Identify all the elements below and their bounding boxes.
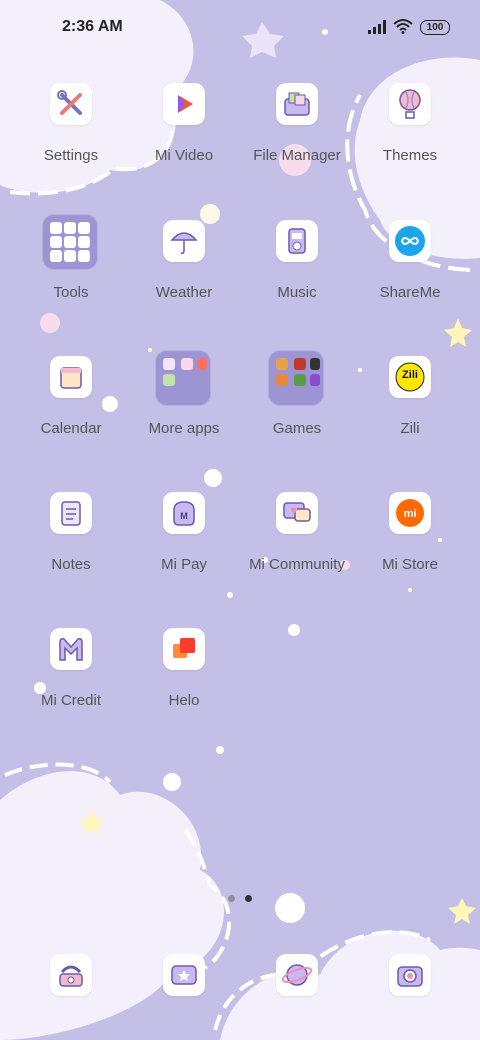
dock-messages[interactable]: [163, 954, 205, 996]
app-label: Mi Store: [382, 556, 438, 573]
app-shareme[interactable]: ShareMe: [355, 220, 465, 330]
app-themes[interactable]: Themes: [355, 83, 465, 193]
app-mi-store[interactable]: mi Mi Store: [355, 492, 465, 602]
app-file-manager[interactable]: File Manager: [242, 83, 352, 193]
app-label: Tools: [53, 284, 89, 301]
app-label: Games: [272, 420, 322, 437]
phone-icon: [59, 965, 83, 987]
app-label: Zili: [400, 420, 420, 437]
games-folder-icon: [268, 350, 324, 406]
folder-more-apps[interactable]: More apps: [129, 350, 239, 466]
messages-icon: [171, 965, 197, 985]
play-icon: [163, 83, 205, 125]
helo-icon: [163, 628, 205, 670]
app-label: Settings: [43, 147, 99, 164]
app-label: Weather: [155, 284, 213, 301]
app-label: Mi Community: [249, 556, 345, 573]
app-helo[interactable]: Helo: [129, 628, 239, 738]
browser-planet-icon: [281, 964, 313, 986]
clock: 2:36 AM: [62, 18, 123, 35]
settings-tools-icon: [50, 83, 92, 125]
folder-files-icon: [276, 83, 318, 125]
notes-icon: [50, 492, 92, 534]
app-mi-pay[interactable]: M Mi Pay: [129, 492, 239, 602]
zili-icon: Zili: [389, 356, 431, 398]
music-player-icon: [276, 220, 318, 262]
wifi-icon: [393, 19, 413, 34]
mi-logo-text: mi: [404, 508, 417, 520]
signal-icon: [368, 20, 386, 34]
app-calendar[interactable]: Calendar: [16, 356, 126, 466]
app-label: Themes: [382, 147, 438, 164]
app-label: ShareMe: [379, 284, 441, 301]
folder-tools[interactable]: Tools: [16, 214, 126, 330]
calendar-icon: [50, 356, 92, 398]
page-dot-1[interactable]: [228, 895, 235, 902]
app-label: More apps: [148, 420, 220, 437]
more-apps-folder-icon: [155, 350, 211, 406]
app-label: Mi Video: [154, 147, 214, 164]
app-mi-video[interactable]: Mi Video: [129, 83, 239, 193]
shareme-infinity-icon: [389, 220, 431, 262]
app-music[interactable]: Music: [242, 220, 352, 330]
svg-text:M: M: [180, 511, 188, 521]
umbrella-icon: [163, 220, 205, 262]
app-label: Mi Pay: [161, 556, 207, 573]
app-label: Calendar: [40, 420, 102, 437]
zili-logo-text: Zili: [402, 369, 418, 381]
dock-camera[interactable]: [389, 954, 431, 996]
page-dot-2-active[interactable]: [245, 895, 252, 902]
app-mi-credit[interactable]: Mi Credit: [16, 628, 126, 738]
app-label: Music: [277, 284, 317, 301]
purse-icon: M: [163, 492, 205, 534]
app-label: Mi Credit: [40, 692, 101, 709]
mi-logo-icon: mi: [389, 492, 431, 534]
app-zili[interactable]: Zili Zili: [355, 356, 465, 466]
hot-air-balloon-icon: [389, 83, 431, 125]
app-label: Helo: [168, 692, 200, 709]
tools-folder-icon: [42, 214, 98, 270]
app-weather[interactable]: Weather: [129, 220, 239, 330]
camera-icon: [397, 966, 423, 987]
chat-bubbles-icon: [276, 492, 318, 534]
folder-games[interactable]: Games: [242, 350, 352, 466]
battery-icon: 100: [420, 20, 450, 35]
app-notes[interactable]: Notes: [16, 492, 126, 602]
app-settings[interactable]: Settings: [16, 83, 126, 193]
dock-phone[interactable]: [50, 954, 92, 996]
status-bar: 2:36 AM 100: [0, 0, 480, 52]
app-label: File Manager: [253, 147, 341, 164]
app-label: Notes: [51, 556, 91, 573]
mi-credit-m-icon: [50, 628, 92, 670]
dock-browser[interactable]: [276, 954, 318, 996]
app-mi-community[interactable]: Mi Community: [242, 492, 352, 602]
